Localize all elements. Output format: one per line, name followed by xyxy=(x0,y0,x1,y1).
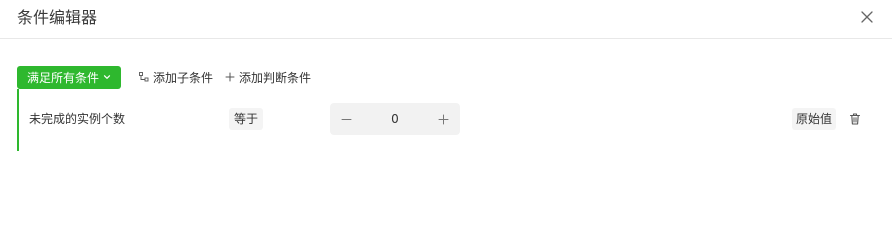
chevron-down-icon xyxy=(103,75,111,79)
add-judge-condition-label: 添加判断条件 xyxy=(239,70,312,85)
decrement-button[interactable] xyxy=(330,103,363,135)
close-icon[interactable] xyxy=(860,10,874,24)
dialog-title: 条件编辑器 xyxy=(17,8,98,27)
add-sub-condition-label: 添加子条件 xyxy=(153,70,214,85)
condition-group: 未完成的实例个数 等于 原始值 xyxy=(17,89,875,151)
plus-icon xyxy=(438,114,449,124)
condition-field[interactable]: 未完成的实例个数 xyxy=(29,111,125,127)
trash-icon[interactable] xyxy=(848,112,862,126)
raw-value-toggle[interactable]: 原始值 xyxy=(792,108,837,130)
add-sub-condition-button[interactable]: 添加子条件 xyxy=(139,69,213,86)
match-mode-label: 满足所有条件 xyxy=(27,70,100,85)
match-mode-dropdown[interactable]: 满足所有条件 xyxy=(17,65,122,89)
minus-icon xyxy=(341,118,352,120)
operator-select[interactable]: 等于 xyxy=(229,108,264,130)
condition-toolbar: 满足所有条件 添加子条件 添加判断条件 xyxy=(17,65,311,89)
tree-icon xyxy=(139,72,149,82)
add-judge-condition-button[interactable]: 添加判断条件 xyxy=(225,69,311,86)
increment-button[interactable] xyxy=(427,103,460,135)
dialog-header: 条件编辑器 xyxy=(0,0,892,39)
condition-row: 未完成的实例个数 等于 原始值 xyxy=(19,103,875,135)
plus-icon xyxy=(225,72,235,82)
value-input[interactable] xyxy=(363,111,427,127)
condition-editor-dialog: 条件编辑器 满足所有条件 添加子条件 添加判断条件 未完成的实例个数 等于 0 … xyxy=(0,0,892,221)
value-stepper xyxy=(330,103,460,135)
